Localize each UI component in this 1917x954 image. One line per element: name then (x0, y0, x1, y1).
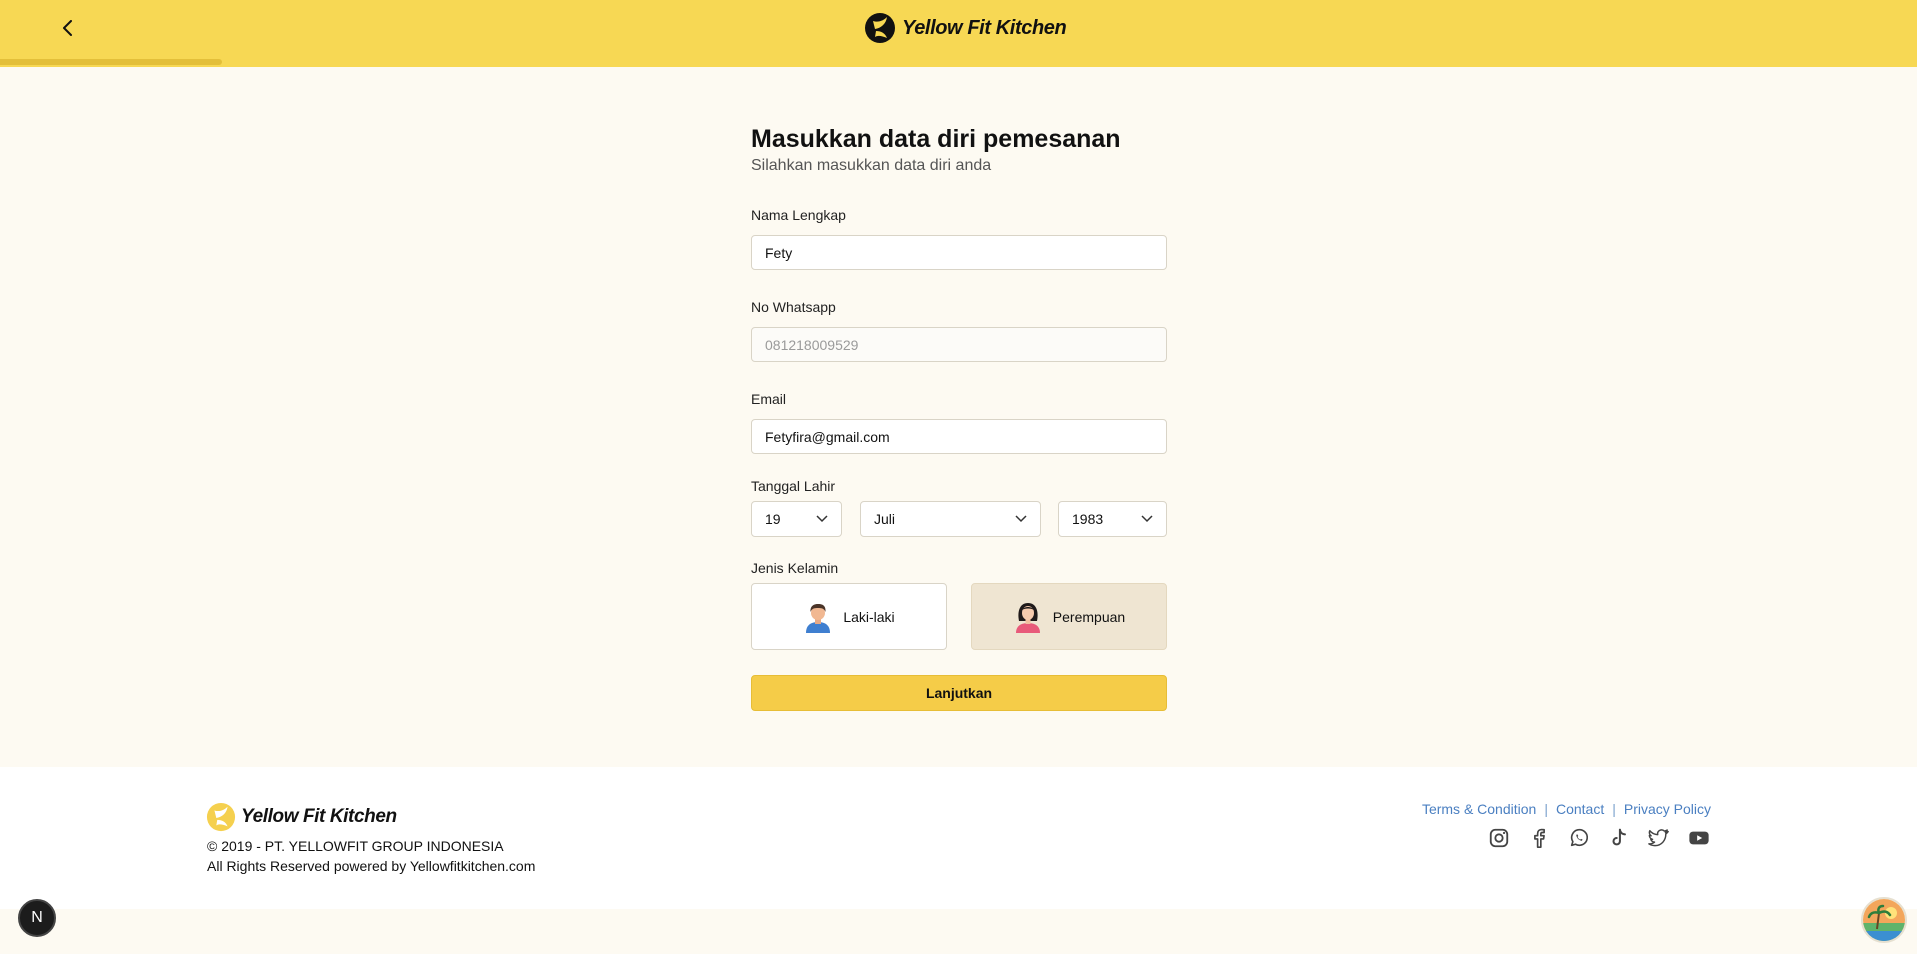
tiktok-icon[interactable] (1607, 826, 1631, 850)
chevron-down-icon (1015, 515, 1027, 523)
form-heading: Masukkan data diri pemesanan Silahkan ma… (751, 124, 1167, 176)
chevron-left-icon (63, 20, 72, 36)
email-label: Email (751, 391, 787, 407)
male-avatar-icon (806, 603, 831, 633)
instagram-icon[interactable] (1487, 826, 1511, 850)
twitter-icon[interactable] (1647, 826, 1671, 850)
top-bar: Yellow Fit Kitchen (0, 0, 1917, 67)
n-badge-label: N (31, 909, 43, 926)
gender-label: Jenis Kelamin (751, 560, 839, 576)
birth-month-value: Juli (874, 511, 896, 527)
whatsapp-icon[interactable] (1567, 826, 1591, 850)
beach-avatar-icon (1863, 899, 1905, 941)
page-title: Masukkan data diri pemesanan (751, 125, 1121, 153)
gender-option-male[interactable]: Laki-laki (751, 583, 947, 650)
brand-name: Yellow Fit Kitchen (902, 16, 1067, 39)
link-separator: | (1612, 801, 1616, 817)
footer-brand-logo[interactable]: Yellow Fit Kitchen (206, 802, 397, 832)
chevron-down-icon (1141, 515, 1153, 523)
birth-year-value: 1983 (1072, 511, 1104, 527)
contact-link[interactable]: Contact (1556, 801, 1604, 817)
name-field[interactable] (751, 235, 1167, 270)
birthdate-label: Tanggal Lahir (751, 478, 836, 494)
brand-logo[interactable]: Yellow Fit Kitchen (864, 11, 1067, 45)
terms-link[interactable]: Terms & Condition (1422, 801, 1536, 817)
gender-option-female[interactable]: Perempuan (971, 583, 1167, 650)
n-badge-button[interactable]: N (18, 899, 56, 937)
whatsapp-field[interactable] (751, 327, 1167, 362)
name-label: Nama Lengkap (751, 207, 846, 223)
female-avatar-icon (1015, 602, 1040, 633)
page-subtitle: Silahkan masukkan data diri anda (751, 157, 992, 174)
whatsapp-label: No Whatsapp (751, 299, 836, 315)
chevron-down-icon (816, 515, 828, 523)
footer-brand-name: Yellow Fit Kitchen (241, 806, 397, 827)
copyright-text: © 2019 - PT. YELLOWFIT GROUP INDONESIA (207, 838, 504, 854)
rights-text: All Rights Reserved powered by Yellowfit… (207, 858, 536, 874)
back-button[interactable] (54, 14, 82, 42)
youtube-icon[interactable] (1687, 826, 1711, 850)
gender-male-label: Laki-laki (843, 608, 895, 625)
birth-day-select[interactable]: 19 (751, 501, 842, 537)
birth-day-value: 19 (765, 511, 781, 527)
privacy-link[interactable]: Privacy Policy (1624, 801, 1711, 817)
progress-fill (0, 59, 223, 65)
progress-bar (0, 59, 1917, 67)
continue-button[interactable]: Lanjutkan (751, 675, 1167, 711)
footer-links: Terms & Condition | Contact | Privacy Po… (1422, 801, 1711, 817)
social-links (1487, 826, 1711, 850)
facebook-icon[interactable] (1527, 826, 1551, 850)
brand-mark-icon (206, 802, 236, 832)
link-separator: | (1544, 801, 1548, 817)
birth-month-select[interactable]: Juli (860, 501, 1041, 537)
email-field[interactable] (751, 419, 1167, 454)
gender-female-label: Perempuan (1052, 608, 1126, 625)
chat-widget-avatar[interactable] (1861, 897, 1907, 943)
brand-mark-icon (865, 13, 895, 43)
birth-year-select[interactable]: 1983 (1058, 501, 1167, 537)
